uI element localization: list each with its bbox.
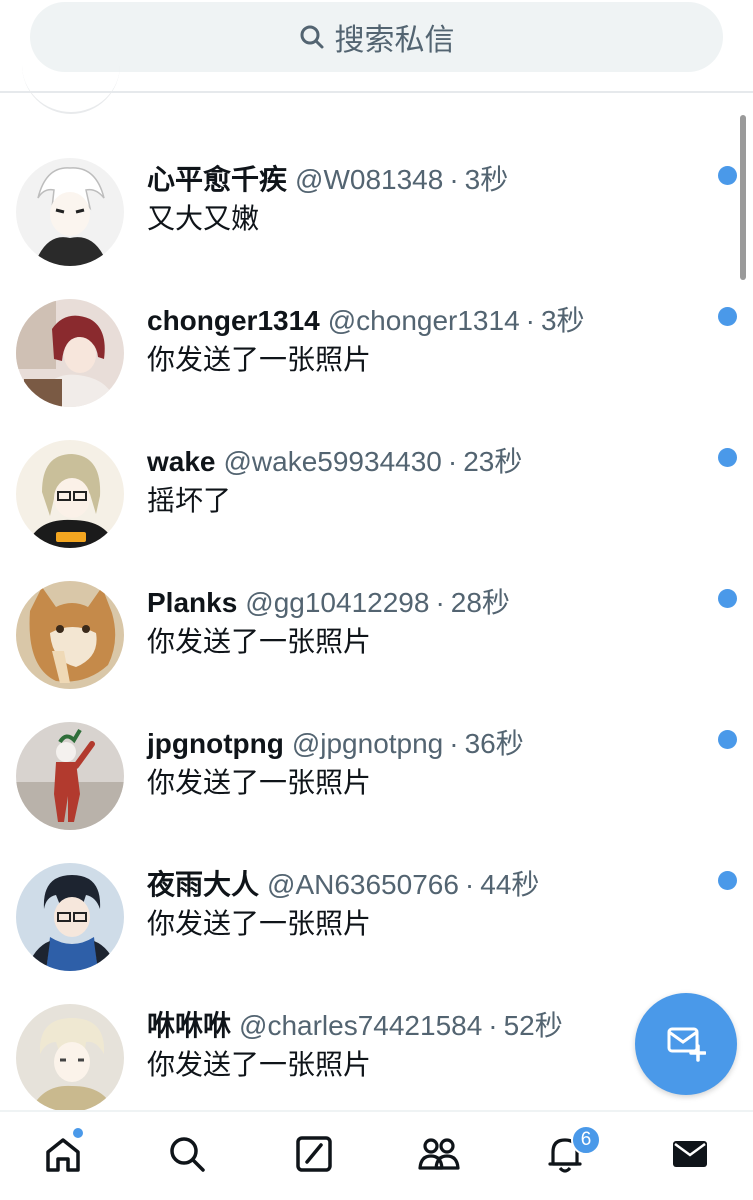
avatar[interactable]: [16, 722, 124, 830]
conversation-item[interactable]: Planks @gg10412298 · 28秒 你发送了一张照片: [0, 538, 753, 689]
timestamp: 36秒: [464, 728, 524, 759]
separator: ·: [525, 305, 535, 336]
conversation-item[interactable]: jpgnotpng @jpgnotpng · 36秒 你发送了一张照片: [0, 679, 753, 830]
avatar[interactable]: [16, 863, 124, 971]
communities-icon: [417, 1134, 461, 1179]
conversation-item[interactable]: wake @wake59934430 · 23秒 摇坏了: [0, 397, 753, 548]
separator: ·: [464, 869, 475, 900]
message-preview: 你发送了一张照片: [147, 908, 372, 939]
display-name[interactable]: 夜雨大人: [147, 863, 259, 903]
separator: ·: [447, 446, 458, 477]
message-preview: 你发送了一张照片: [147, 626, 372, 657]
unread-indicator: [718, 307, 737, 326]
timestamp: 3秒: [540, 305, 585, 336]
display-name[interactable]: 咻咻咻: [147, 1004, 231, 1044]
user-handle: @gg10412298: [245, 587, 430, 618]
partial-avatar: [22, 44, 120, 114]
unread-indicator: [718, 589, 737, 608]
scrollbar[interactable]: [740, 115, 746, 280]
display-name[interactable]: chonger1314: [147, 305, 320, 337]
user-handle: @AN63650766: [267, 869, 459, 900]
messages-icon: [670, 1134, 710, 1179]
conversation-item[interactable]: 心平愈千疾 @W081348 · 3秒 又大又嫩: [0, 115, 753, 266]
separator: ·: [488, 1010, 498, 1041]
nav-messages[interactable]: [668, 1134, 712, 1178]
name-line: 夜雨大人 @AN63650766 · 44秒: [147, 863, 539, 900]
timestamp: 23秒: [463, 446, 523, 477]
new-message-icon: [666, 1022, 707, 1067]
display-name[interactable]: jpgnotpng: [147, 728, 284, 760]
unread-indicator: [718, 730, 737, 749]
display-name[interactable]: wake: [147, 446, 216, 478]
avatar[interactable]: [16, 1004, 124, 1112]
name-line: 心平愈千疾 @W081348 · 3秒: [147, 158, 508, 195]
name-line: 咻咻咻 @charles74421584 · 52秒: [147, 1004, 563, 1041]
user-handle: @chonger1314: [327, 305, 520, 336]
name-line: Planks @gg10412298 · 28秒: [147, 581, 510, 619]
name-line: chonger1314 @chonger1314 · 3秒: [147, 299, 585, 337]
name-line: wake @wake59934430 · 23秒: [147, 440, 522, 478]
timestamp: 44秒: [480, 869, 540, 900]
notification-count-badge: 6: [571, 1125, 601, 1155]
search-icon: [299, 24, 325, 50]
timestamp: 3秒: [464, 164, 509, 195]
home-icon: [43, 1134, 83, 1179]
search-icon: [167, 1134, 207, 1179]
conversation-item[interactable]: 夜雨大人 @AN63650766 · 44秒 你发送了一张照片: [0, 820, 753, 971]
search-bar[interactable]: 搜索私信: [30, 2, 723, 72]
timestamp: 52秒: [503, 1010, 563, 1041]
conversation-item[interactable]: chonger1314 @chonger1314 · 3秒 你发送了一张照片: [0, 256, 753, 407]
nav-communities[interactable]: [417, 1134, 461, 1178]
new-message-button[interactable]: [635, 993, 737, 1095]
unread-indicator: [718, 871, 737, 890]
nav-compose[interactable]: [292, 1134, 336, 1178]
avatar[interactable]: [16, 440, 124, 548]
user-handle: @W081348: [295, 164, 444, 195]
bottom-nav: 6: [0, 1110, 753, 1200]
unread-indicator: [718, 166, 737, 185]
search-placeholder: 搜索私信: [334, 24, 455, 57]
avatar[interactable]: [16, 158, 124, 266]
name-line: jpgnotpng @jpgnotpng · 36秒: [147, 722, 524, 760]
nav-search[interactable]: [165, 1134, 209, 1178]
user-handle: @charles74421584: [239, 1010, 483, 1041]
message-preview: 你发送了一张照片: [147, 1049, 372, 1080]
compose-icon: [294, 1134, 334, 1179]
display-name[interactable]: Planks: [147, 587, 237, 619]
display-name[interactable]: 心平愈千疾: [147, 158, 287, 198]
separator: ·: [449, 164, 459, 195]
message-preview: 摇坏了: [147, 485, 232, 516]
message-preview: 你发送了一张照片: [147, 767, 372, 798]
avatar[interactable]: [16, 299, 124, 407]
unread-indicator: [718, 448, 737, 467]
nav-home[interactable]: [41, 1134, 85, 1178]
separator: ·: [449, 728, 459, 759]
timestamp: 28秒: [450, 587, 510, 618]
home-unread-dot: [73, 1128, 83, 1138]
message-preview: 你发送了一张照片: [147, 344, 372, 375]
user-handle: @wake59934430: [223, 446, 442, 477]
avatar[interactable]: [16, 581, 124, 689]
message-preview: 又大又嫩: [147, 203, 260, 234]
user-handle: @jpgnotpng: [291, 728, 444, 759]
separator: ·: [435, 587, 445, 618]
